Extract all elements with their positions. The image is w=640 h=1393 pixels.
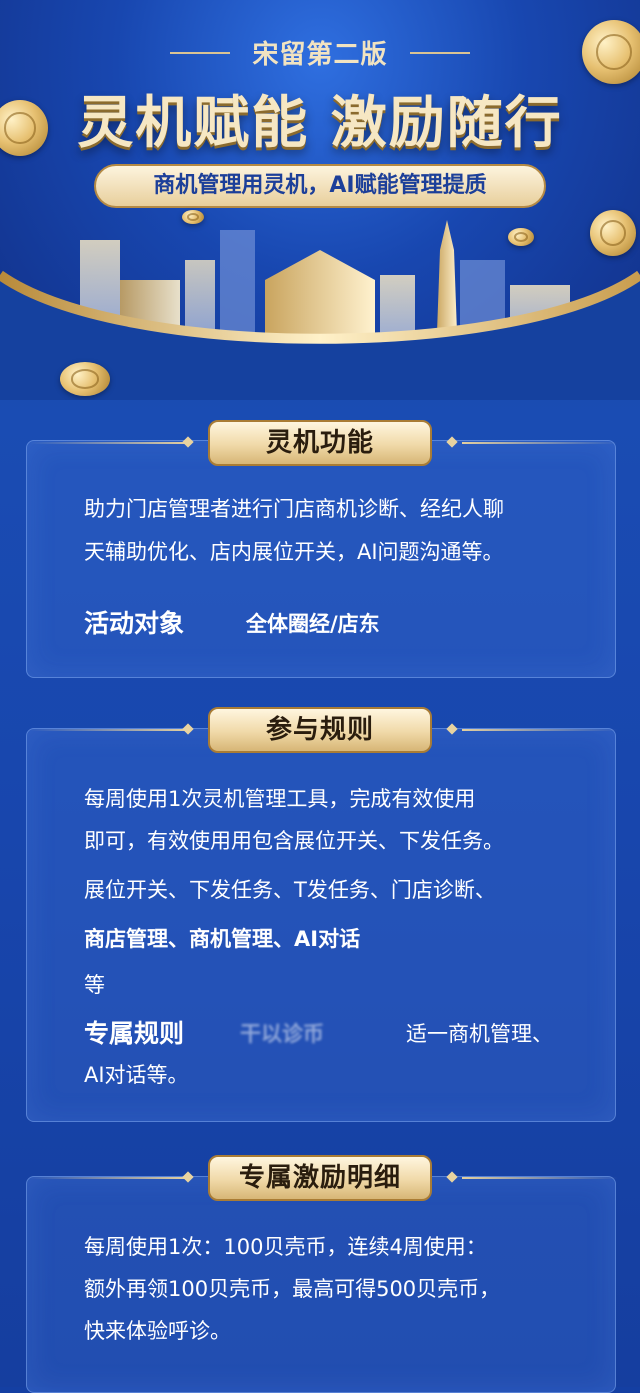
section-heading-rewards: 专属激励明细: [208, 1155, 432, 1201]
page-title: 灵机赋能 激励随行: [77, 91, 563, 156]
target-value: 全体圈经/店东: [246, 612, 380, 636]
exclusive-rule-blurred: 干以诊币: [240, 1022, 324, 1046]
rewards-text-line: 每周使用1次：100贝壳币，连续4周使用：: [84, 1235, 487, 1259]
divider-line: [462, 729, 618, 731]
rules-text-line: 每周使用1次灵机管理工具，完成有效使用: [84, 787, 476, 811]
exclusive-rule-value: 适一商机管理、: [406, 1022, 553, 1046]
exclusive-rule-label: 专属规则: [84, 1019, 185, 1048]
divider-line: [462, 1177, 618, 1179]
gold-coin-icon: [590, 210, 636, 256]
rules-text-line: 即可，有效使用用包含展位开关、下发任务。: [84, 829, 504, 853]
rules-text-line: 商店管理、商机管理、AI对话: [84, 927, 361, 951]
section-heading-features: 灵机功能: [208, 420, 432, 466]
divider-line: [30, 442, 186, 444]
edition-label: 宋留第二版: [252, 40, 388, 70]
divider-line: [462, 442, 618, 444]
subtitle-pill: 商机管理用灵机，AI赋能管理提质: [94, 164, 546, 208]
divider-line: [30, 1177, 186, 1179]
gold-coin-icon: [582, 20, 640, 84]
gold-coin-icon: [60, 362, 110, 396]
gold-coin-icon: [508, 228, 534, 246]
features-text-line: 助力门店管理者进行门店商机诊断、经纪人聊: [84, 497, 504, 521]
target-label: 活动对象: [84, 609, 185, 638]
divider-line: [30, 729, 186, 731]
rewards-text-line: 快来体验呼诊。: [84, 1319, 231, 1343]
features-text-line: 天辅助优化、店内展位开关，AI问题沟通等。: [84, 540, 504, 564]
rules-text-line: 等: [84, 973, 105, 997]
section-heading-rules: 参与规则: [208, 707, 432, 753]
exclusive-rule-tail: AI对话等。: [84, 1063, 189, 1087]
hero-banner: 宋留第二版 灵机赋能 激励随行 商机管理用灵机，AI赋能管理提质: [0, 0, 640, 400]
rewards-text-line: 额外再领100贝壳币，最高可得500贝壳币，: [84, 1277, 501, 1301]
rules-text-line: 展位开关、下发任务、T发任务、门店诊断、: [84, 878, 496, 902]
gold-coin-icon: [182, 210, 204, 224]
